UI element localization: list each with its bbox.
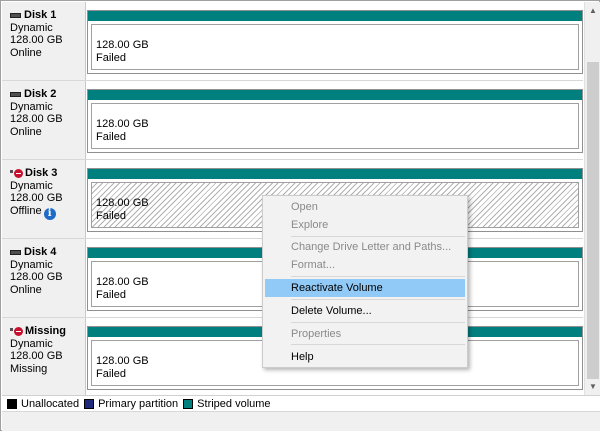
menu-separator (291, 299, 465, 300)
menu-item-reactivate-volume[interactable]: Reactivate Volume (265, 279, 465, 297)
menu-separator (291, 236, 465, 237)
menu-item-explore[interactable]: Explore (265, 216, 465, 234)
menu-item-properties[interactable]: Properties (265, 325, 465, 343)
disk-status: Online (10, 46, 42, 59)
striped-volume-bar (88, 90, 582, 100)
menu-item-delete-volume[interactable]: Delete Volume... (265, 302, 465, 320)
striped-volume-swatch (183, 398, 194, 409)
volume-2[interactable]: 128.00 GB Failed (87, 89, 583, 153)
disk-type: Dynamic (10, 337, 53, 350)
menu-item-format[interactable]: Format... (265, 256, 465, 274)
disk-info-2[interactable]: Disk 2 Dynamic 128.00 GB Online (2, 81, 86, 159)
disk-size: 128.00 GB (10, 113, 63, 126)
disk-info-missing[interactable]: Missing Dynamic 128.00 GB Missing (2, 318, 86, 395)
volume-status: Failed (96, 368, 126, 380)
volume-body[interactable]: 128.00 GB Failed (91, 103, 579, 149)
scroll-up-arrow-icon[interactable]: ▲ (585, 2, 600, 19)
disk-size: 128.00 GB (10, 350, 63, 363)
legend-label: Primary partition (98, 397, 179, 410)
disk-row-1: Disk 1 Dynamic 128.00 GB Online 128.00 G… (2, 2, 583, 81)
context-menu: Open Explore Change Drive Letter and Pat… (262, 195, 468, 368)
disk-size: 128.00 GB (10, 192, 63, 205)
hdd-icon (10, 250, 21, 256)
disk-info-1[interactable]: Disk 1 Dynamic 128.00 GB Online (2, 2, 86, 80)
disk-name: Disk 2 (24, 88, 57, 100)
disk-status: Online (10, 283, 42, 296)
disk-row-2: Disk 2 Dynamic 128.00 GB Online 128.00 G… (2, 81, 583, 160)
volume-size: 128.00 GB (96, 118, 149, 130)
hdd-icon (10, 13, 21, 19)
disk-size: 128.00 GB (10, 271, 63, 284)
disk-info-4[interactable]: Disk 4 Dynamic 128.00 GB Online (2, 239, 86, 317)
disk-name: Disk 4 (24, 246, 57, 258)
menu-item-open[interactable]: Open (265, 198, 465, 216)
scroll-thumb[interactable] (587, 62, 599, 379)
volume-size: 128.00 GB (96, 39, 149, 51)
volume-body[interactable]: 128.00 GB Failed (91, 24, 579, 70)
menu-item-help[interactable]: Help (265, 348, 465, 366)
legend-item-unallocated: Unallocated (7, 398, 79, 410)
striped-volume-bar (88, 169, 582, 179)
menu-separator (291, 322, 465, 323)
legend: Unallocated Primary partition Striped vo… (2, 395, 600, 411)
disk-type: Dynamic (10, 179, 53, 192)
legend-item-primary: Primary partition (84, 398, 178, 410)
striped-volume-bar (88, 11, 582, 21)
scroll-down-arrow-icon[interactable]: ▼ (585, 378, 600, 395)
menu-separator (291, 344, 465, 345)
disk-type: Dynamic (10, 21, 53, 34)
disk-error-icon (10, 326, 23, 336)
disk-name: Disk 3 (25, 167, 58, 179)
disk-name: Missing (25, 325, 66, 337)
disk-status: Missing (10, 362, 48, 375)
volume-1[interactable]: 128.00 GB Failed (87, 10, 583, 74)
primary-partition-swatch (84, 398, 95, 409)
disk-type: Dynamic (10, 258, 53, 271)
legend-label: Striped volume (197, 397, 271, 410)
disk-status: Online (10, 125, 42, 138)
disk-name: Disk 1 (24, 9, 57, 21)
info-icon[interactable]: i (43, 207, 56, 220)
disk-info-3[interactable]: Disk 3 Dynamic 128.00 GB Offline i (2, 160, 86, 238)
vertical-scrollbar[interactable]: ▲ ▼ (584, 2, 600, 395)
legend-label: Unallocated (21, 397, 80, 410)
disk-status: Offline (10, 204, 42, 217)
volume-status: Failed (96, 131, 126, 143)
menu-separator (291, 276, 465, 277)
disk-size: 128.00 GB (10, 34, 63, 47)
legend-item-striped: Striped volume (183, 397, 271, 410)
volume-status: Failed (96, 52, 126, 64)
status-bar (2, 411, 600, 431)
menu-item-change-drive-letter[interactable]: Change Drive Letter and Paths... (265, 238, 465, 256)
hdd-icon (10, 92, 21, 98)
unallocated-swatch (7, 398, 17, 409)
disk-type: Dynamic (10, 100, 53, 113)
disk-error-icon (10, 168, 23, 178)
